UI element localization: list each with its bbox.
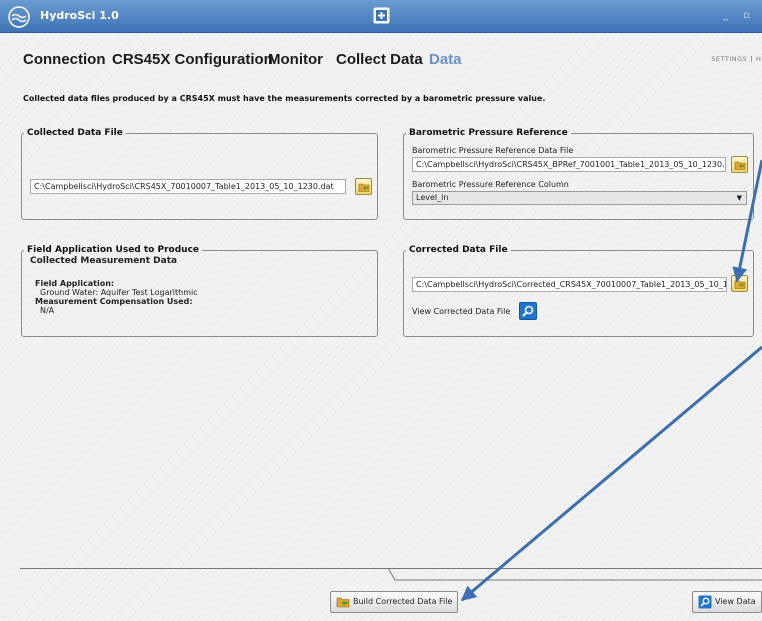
window-controls[interactable]: _ ▫ xyxy=(723,10,756,21)
barometric-column-value: Level_in xyxy=(416,193,449,202)
view-data-button-label: View Data xyxy=(715,597,756,606)
view-data-icon xyxy=(698,595,712,609)
app-title: HydroSci 1.0 xyxy=(40,9,119,22)
search-icon xyxy=(522,305,534,317)
field-application-group: Field Application Used to Produce Collec… xyxy=(21,245,378,337)
barometric-reference-legend: Barometric Pressure Reference xyxy=(409,128,568,138)
field-application-legend: Field Application Used to Produce xyxy=(24,245,202,255)
barometric-column-label: Barometric Pressure Reference Column xyxy=(412,180,569,189)
build-file-icon xyxy=(336,597,350,608)
field-application-legend-line2: Collected Measurement Data xyxy=(30,256,178,266)
collected-data-file-legend: Collected Data File xyxy=(27,128,123,138)
collected-data-file-input[interactable]: C:\Campbellsci\HydroSci\CRS45X_70010007_… xyxy=(30,179,346,194)
view-corrected-label: View Corrected Data File xyxy=(412,307,511,316)
campbell-logo-icon xyxy=(373,7,390,24)
tab-collect-data[interactable]: Collect Data xyxy=(336,51,423,68)
browse-folder-icon xyxy=(734,161,746,170)
tab-data[interactable]: Data xyxy=(429,51,462,68)
title-bar: HydroSci 1.0 _ ▫ xyxy=(0,0,762,33)
barometric-reference-group: Barometric Pressure Reference Barometric… xyxy=(403,128,754,220)
barometric-browse-button[interactable] xyxy=(731,156,748,173)
tab-connection[interactable]: Connection xyxy=(23,51,106,68)
link-separator: | xyxy=(750,55,753,63)
measurement-compensation-label: Measurement Compensation Used: xyxy=(35,297,193,306)
barometric-file-input[interactable]: C:\Campbellsci\HydroSci\CRS45X_BPRef_700… xyxy=(412,157,726,172)
help-link[interactable]: HE xyxy=(756,55,762,63)
chevron-down-icon: ▼ xyxy=(736,194,742,202)
bottom-divider xyxy=(20,568,762,569)
hydrosci-logo-icon xyxy=(8,6,30,28)
field-application-legend-line1: Field Application Used to Produce xyxy=(27,245,200,255)
field-application-value: Ground Water: Aquifer Test Logarithmic xyxy=(40,288,198,297)
collected-browse-button[interactable] xyxy=(355,178,372,195)
corrected-data-file-input[interactable]: C:\Campbellsci\HydroSci\Corrected_CRS45X… xyxy=(412,277,727,292)
barometric-file-label: Barometric Pressure Reference Data File xyxy=(412,146,574,155)
corrected-data-file-legend: Corrected Data File xyxy=(409,245,508,255)
corrected-data-file-group: Corrected Data File C:\Campbellsci\Hydro… xyxy=(403,245,754,337)
browse-folder-icon xyxy=(358,183,370,192)
build-corrected-data-file-button[interactable]: Build Corrected Data File xyxy=(330,591,458,613)
settings-link[interactable]: SETTINGS xyxy=(711,55,747,63)
top-links: SETTINGS|HE xyxy=(711,55,762,63)
barometric-column-select[interactable]: Level_in ▼ xyxy=(412,191,747,205)
build-button-label: Build Corrected Data File xyxy=(353,597,453,606)
annotation-arrow-to-build xyxy=(460,345,762,602)
collected-data-file-group: Collected Data File C:\Campbellsci\Hydro… xyxy=(21,128,378,220)
corrected-browse-button[interactable] xyxy=(731,275,748,292)
measurement-compensation-value: N/A xyxy=(40,306,55,315)
field-application-label: Field Application: xyxy=(35,279,115,288)
intro-text: Collected data files produced by a CRS45… xyxy=(23,94,546,103)
main-nav: Connection CRS45X Configuration Monitor … xyxy=(0,33,762,81)
view-data-button[interactable]: View Data xyxy=(692,591,762,613)
view-corrected-button[interactable] xyxy=(519,302,537,320)
browse-folder-icon xyxy=(734,280,746,289)
tab-crs45x-configuration[interactable]: CRS45X Configuration xyxy=(112,51,273,68)
tab-monitor[interactable]: Monitor xyxy=(268,51,323,68)
